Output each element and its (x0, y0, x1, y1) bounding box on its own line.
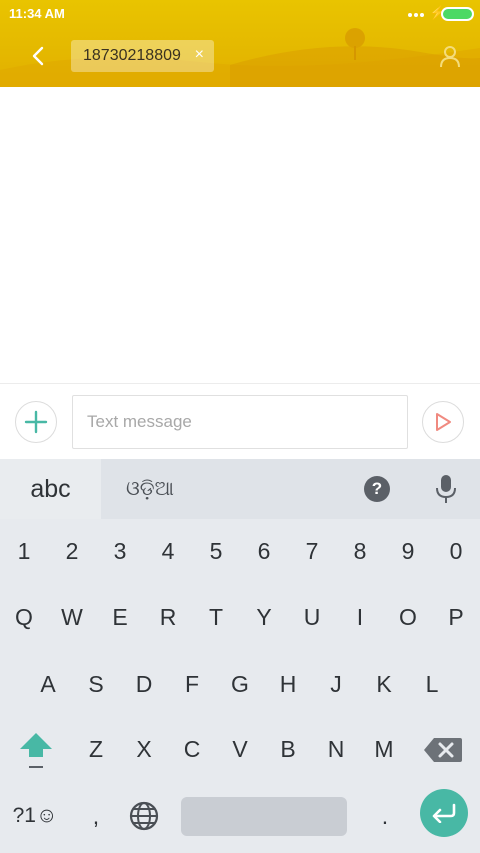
plus-icon (24, 410, 48, 434)
key-j[interactable]: J (312, 652, 360, 716)
key-l[interactable]: L (408, 652, 456, 716)
symbols-key[interactable]: ?1☺ (5, 794, 65, 838)
key-s[interactable]: S (72, 652, 120, 716)
keyboard-toolbar: abc ଓଡ଼ିଆ ? (0, 459, 480, 519)
key-f[interactable]: F (168, 652, 216, 716)
key-7[interactable]: 7 (288, 521, 336, 581)
chevron-left-icon (32, 46, 44, 66)
send-icon (436, 413, 451, 431)
enter-icon (432, 803, 456, 823)
compose-bar (0, 383, 480, 459)
key-1[interactable]: 1 (0, 521, 48, 581)
key-p[interactable]: P (432, 585, 480, 649)
key-c[interactable]: C (168, 717, 216, 781)
key-e[interactable]: E (96, 585, 144, 649)
key-n[interactable]: N (312, 717, 360, 781)
key-2[interactable]: 2 (48, 521, 96, 581)
back-button[interactable] (22, 40, 54, 72)
person-icon (440, 46, 460, 68)
conversation-header: 11:34 AM ⚡ 18730218809 × (0, 0, 480, 87)
enter-button[interactable] (420, 789, 468, 837)
key-b[interactable]: B (264, 717, 312, 781)
key-3[interactable]: 3 (96, 521, 144, 581)
key-y[interactable]: Y (240, 585, 288, 649)
help-button[interactable]: ? (364, 476, 390, 502)
backspace-icon[interactable] (422, 735, 464, 765)
key-8[interactable]: 8 (336, 521, 384, 581)
language-odia-tab[interactable]: ଓଡ଼ିଆ (125, 473, 175, 505)
key-4[interactable]: 4 (144, 521, 192, 581)
key-u[interactable]: U (288, 585, 336, 649)
status-bar: 11:34 AM ⚡ (0, 0, 480, 28)
key-6[interactable]: 6 (240, 521, 288, 581)
key-z[interactable]: Z (72, 717, 120, 781)
recipient-number: 18730218809 (83, 47, 181, 64)
attach-button[interactable] (15, 401, 57, 443)
add-contact-button[interactable] (436, 42, 464, 70)
soft-keyboard: abc ଓଡ଼ିଆ ? 1 2 3 4 5 6 7 8 9 0 Q W E R … (0, 459, 480, 853)
key-i[interactable]: I (336, 585, 384, 649)
recipient-chip[interactable]: 18730218809 × (71, 40, 214, 72)
key-h[interactable]: H (264, 652, 312, 716)
more-notifications-icon (408, 13, 424, 17)
key-k[interactable]: K (360, 652, 408, 716)
language-abc-tab[interactable]: abc (0, 459, 101, 519)
key-a[interactable]: A (24, 652, 72, 716)
globe-icon[interactable] (125, 797, 163, 835)
key-t[interactable]: T (192, 585, 240, 649)
message-thread (0, 87, 480, 383)
key-v[interactable]: V (216, 717, 264, 781)
message-input[interactable] (72, 395, 408, 449)
key-q[interactable]: Q (0, 585, 48, 649)
key-x[interactable]: X (120, 717, 168, 781)
microphone-icon[interactable] (434, 474, 458, 504)
close-icon[interactable]: × (195, 46, 204, 64)
key-0[interactable]: 0 (432, 521, 480, 581)
key-m[interactable]: M (360, 717, 408, 781)
key-d[interactable]: D (120, 652, 168, 716)
key-9[interactable]: 9 (384, 521, 432, 581)
key-g[interactable]: G (216, 652, 264, 716)
battery-icon (441, 7, 474, 21)
key-w[interactable]: W (48, 585, 96, 649)
key-o[interactable]: O (384, 585, 432, 649)
space-bar[interactable] (181, 797, 347, 836)
shift-arrow-icon[interactable] (12, 727, 60, 775)
key-r[interactable]: R (144, 585, 192, 649)
key-comma[interactable]: , (76, 794, 116, 838)
send-button[interactable] (422, 401, 464, 443)
key-5[interactable]: 5 (192, 521, 240, 581)
status-time: 11:34 AM (9, 6, 65, 21)
key-period[interactable]: . (365, 794, 405, 838)
